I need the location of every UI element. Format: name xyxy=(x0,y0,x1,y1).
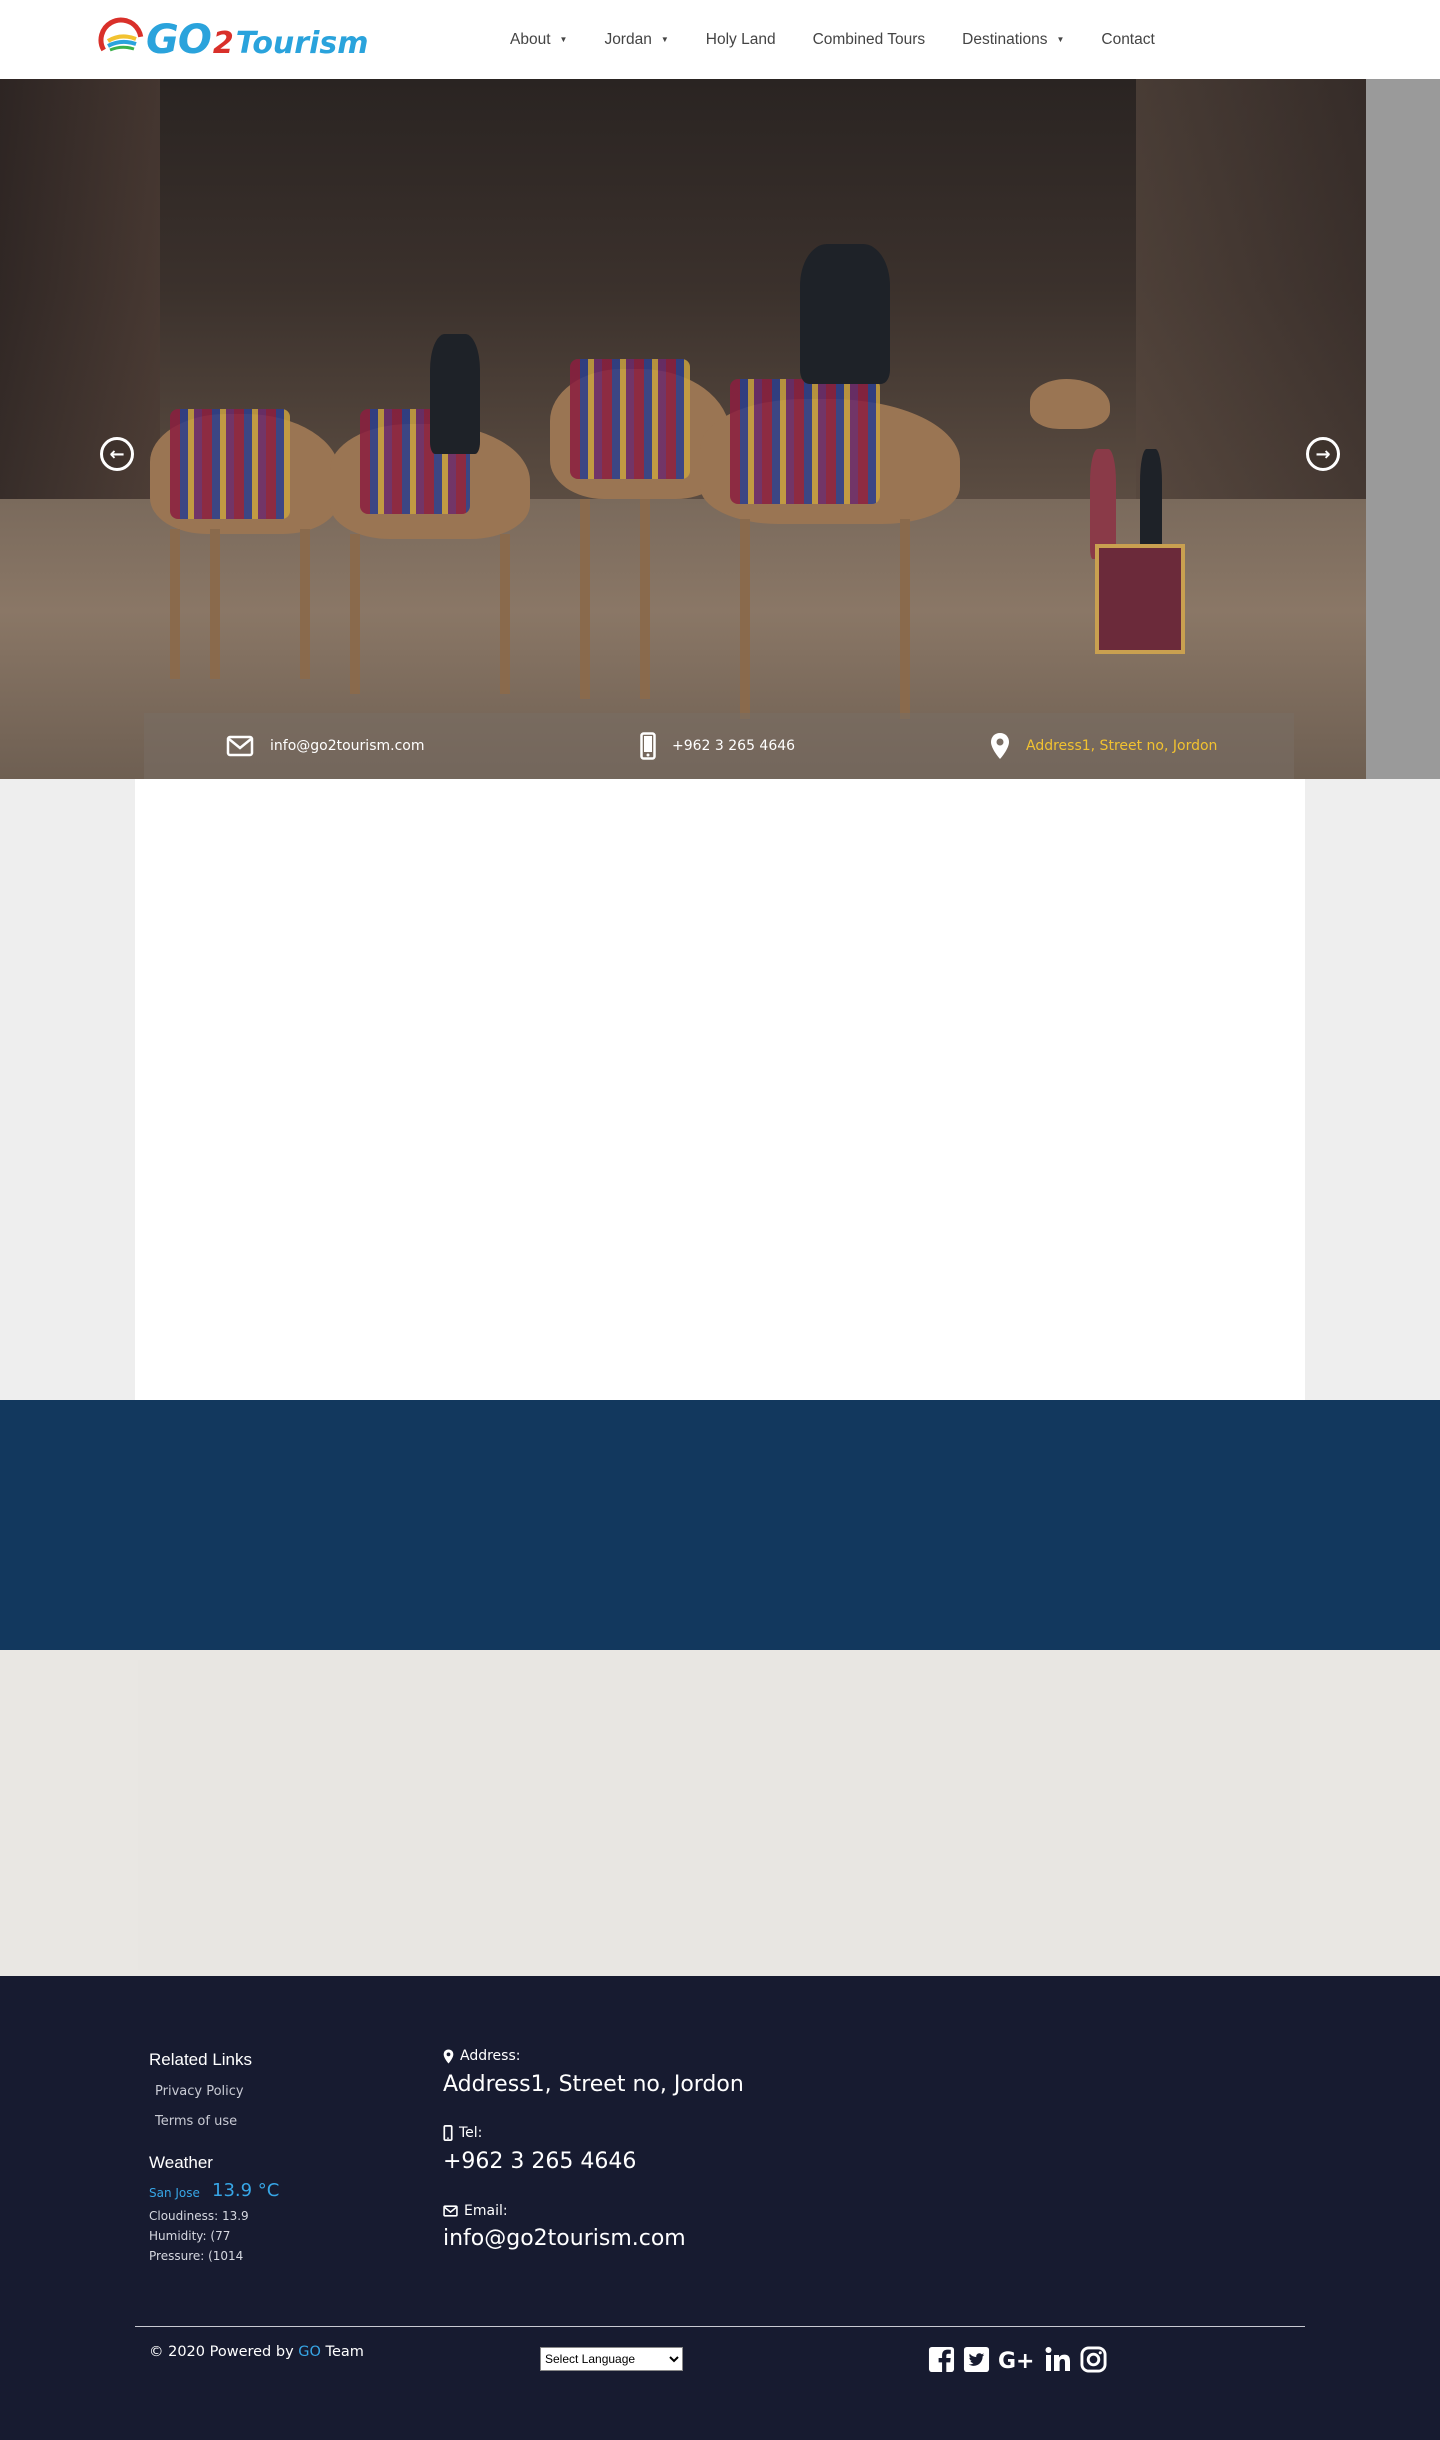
hero-info-bar: info@go2tourism.com +962 3 265 4646 Addr… xyxy=(144,713,1294,779)
hero-photo-person xyxy=(1090,449,1116,559)
twitter-icon[interactable] xyxy=(963,2346,990,2373)
arrow-left-circle-icon: ← xyxy=(109,443,125,465)
weather-pressure: Pressure: (1014 xyxy=(149,2249,244,2263)
footer-address-value: Address1, Street no, Jordon xyxy=(443,2072,744,2097)
related-links-heading: Related Links xyxy=(149,2050,253,2069)
feature-band xyxy=(0,1400,1440,1650)
hero-address-text: Address1, Street no, Jordon xyxy=(1026,738,1218,754)
logo-tourism-text: Tourism xyxy=(235,26,369,61)
envelope-icon xyxy=(226,735,254,757)
hero-photo-camel-head xyxy=(1030,379,1110,429)
instagram-icon[interactable] xyxy=(1080,2346,1107,2373)
hero-photo-leg xyxy=(170,529,180,679)
nav-item-about[interactable]: About ▼ xyxy=(510,31,567,49)
address-label-text: Address: xyxy=(460,2048,521,2064)
hero-photo-leg xyxy=(580,499,590,699)
hero-photo-leg xyxy=(300,529,310,679)
nav-item-label: Combined Tours xyxy=(812,30,926,48)
logo-go-text: GO xyxy=(146,17,212,63)
nav-item-jordan[interactable]: Jordan ▼ xyxy=(604,31,668,49)
nav-item-destinations[interactable]: Destinations ▼ xyxy=(962,31,1064,49)
nav-item-label: Contact xyxy=(1101,30,1155,48)
tel-label-text: Tel: xyxy=(459,2125,483,2141)
hero-photo-blanket xyxy=(730,379,880,504)
map-marker-icon xyxy=(443,2049,454,2063)
footer-email-value[interactable]: info@go2tourism.com xyxy=(443,2226,686,2251)
caret-down-icon: ▼ xyxy=(660,35,669,44)
logo-two-text: 2 xyxy=(212,26,234,61)
hero-photo-poster xyxy=(1095,544,1185,654)
language-select[interactable]: Select Language xyxy=(540,2347,683,2371)
slider-prev-button[interactable]: ← xyxy=(100,437,134,471)
site-header: GO 2 Tourism About ▼ Jordan ▼ Holy Land … xyxy=(0,0,1440,79)
copyright-brand-link[interactable]: GO xyxy=(298,2344,321,2360)
site-logo[interactable]: GO 2 Tourism xyxy=(98,16,368,64)
hero-photo-rider xyxy=(800,244,890,384)
weather-humidity: Humidity: (77 xyxy=(149,2229,231,2243)
caret-down-icon: ▼ xyxy=(559,35,568,44)
logo-text: GO 2 Tourism xyxy=(146,17,368,63)
nav-item-holy-land[interactable]: Holy Land xyxy=(706,31,776,49)
footer-tel-value[interactable]: +962 3 265 4646 xyxy=(443,2149,636,2174)
copyright-suffix: Team xyxy=(320,2344,364,2360)
terms-of-use-link[interactable]: Terms of use xyxy=(155,2114,237,2129)
main-nav: About ▼ Jordan ▼ Holy Land Combined Tour… xyxy=(510,0,1192,79)
hero-photo-person xyxy=(430,334,480,454)
google-plus-icon[interactable]: G+ xyxy=(998,2346,1036,2373)
facebook-icon[interactable] xyxy=(928,2346,955,2373)
map-marker-icon xyxy=(991,733,1009,759)
weather-cloudiness: Cloudiness: 13.9 xyxy=(149,2209,249,2223)
copyright-prefix: © 2020 Powered by xyxy=(149,2344,299,2360)
footer-divider xyxy=(135,2326,1305,2327)
weather-heading: Weather xyxy=(149,2153,213,2172)
nav-item-combined-tours[interactable]: Combined Tours xyxy=(813,31,926,49)
privacy-policy-link[interactable]: Privacy Policy xyxy=(155,2084,244,2099)
caret-down-icon: ▼ xyxy=(1056,35,1065,44)
nav-item-label: Holy Land xyxy=(705,30,776,48)
mobile-phone-icon xyxy=(443,2125,453,2141)
hero-photo-leg xyxy=(350,534,360,694)
hero-photo-leg xyxy=(500,534,510,694)
social-links: G+ xyxy=(928,2346,1115,2373)
hero-side-strip xyxy=(1366,79,1440,779)
copyright-text: © 2020 Powered by GO Team xyxy=(149,2344,364,2360)
map-embed[interactable] xyxy=(138,1660,1300,1970)
footer-tel-label: Tel: xyxy=(443,2125,482,2141)
hero-info-address: Address1, Street no, Jordon xyxy=(990,732,1217,760)
email-label-text: Email: xyxy=(464,2203,508,2219)
hero-photo-leg xyxy=(900,519,910,719)
footer-address-label: Address: xyxy=(443,2048,520,2064)
arrow-right-circle-icon: → xyxy=(1315,443,1331,465)
hero-photo-person xyxy=(1140,449,1162,559)
hero-info-phone[interactable]: +962 3 265 4646 xyxy=(640,732,795,760)
weather-temperature: 13.9 °C xyxy=(212,2180,280,2201)
footer-email-label: Email: xyxy=(443,2203,508,2219)
hero-slider: ← → info@go2tourism.com +962 3 265 4646 … xyxy=(0,79,1366,779)
weather-city: San Jose xyxy=(149,2186,200,2200)
svg-text:G+: G+ xyxy=(998,2349,1035,2373)
hero-photo-leg xyxy=(210,529,220,679)
nav-item-contact[interactable]: Contact xyxy=(1101,31,1154,49)
envelope-icon xyxy=(443,2205,458,2217)
hero-email-text: info@go2tourism.com xyxy=(270,738,425,754)
site-footer xyxy=(0,1976,1440,2440)
logo-swoosh-icon xyxy=(98,17,144,63)
linkedin-icon[interactable] xyxy=(1044,2346,1072,2373)
content-panel xyxy=(135,779,1305,1400)
hero-phone-text: +962 3 265 4646 xyxy=(672,738,796,754)
mobile-phone-icon xyxy=(640,732,656,760)
nav-item-label: About xyxy=(510,30,551,48)
hero-photo-cliff xyxy=(1136,79,1366,559)
hero-photo-leg xyxy=(640,499,650,699)
hero-photo-blanket xyxy=(170,409,290,519)
nav-item-label: Destinations xyxy=(962,30,1048,48)
hero-photo-blanket xyxy=(570,359,690,479)
hero-info-email[interactable]: info@go2tourism.com xyxy=(226,735,424,757)
hero-photo-leg xyxy=(740,519,750,719)
nav-item-label: Jordan xyxy=(604,30,652,48)
slider-next-button[interactable]: → xyxy=(1306,437,1340,471)
